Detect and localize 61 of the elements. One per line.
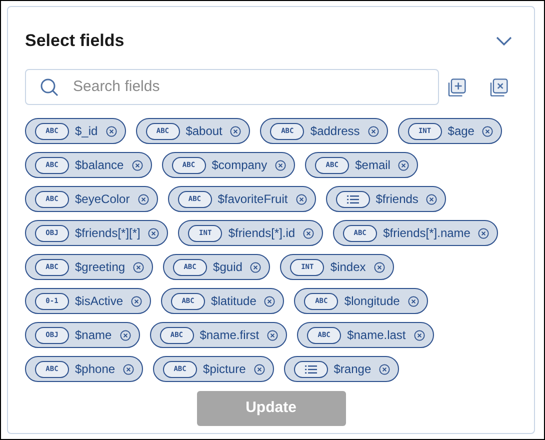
field-name: $guid	[213, 259, 242, 276]
remove-icon[interactable]	[426, 194, 438, 204]
clear-all-icon[interactable]	[490, 78, 509, 96]
remove-icon[interactable]	[478, 228, 490, 238]
remove-icon[interactable]	[379, 364, 390, 374]
remove-icon[interactable]	[368, 126, 379, 136]
remove-icon[interactable]	[264, 296, 276, 306]
field-name: $about	[186, 123, 222, 140]
remove-icon[interactable]	[120, 330, 131, 340]
field-name: $greeting	[75, 259, 126, 276]
field-name: $friends[*].id	[228, 225, 296, 242]
panel-title: Select fields	[25, 30, 124, 52]
remove-icon[interactable]	[250, 262, 262, 272]
field-name: $range	[334, 361, 372, 378]
field-name: $name.last	[347, 327, 406, 344]
field-name: $address	[310, 123, 360, 140]
remove-icon[interactable]	[131, 296, 142, 306]
field-name: $latitude	[211, 293, 256, 310]
remove-icon[interactable]	[482, 126, 494, 136]
remove-icon[interactable]	[374, 262, 385, 272]
field-name: $company	[212, 157, 268, 174]
search-input[interactable]: Search fields	[73, 76, 413, 98]
chevron-icon[interactable]	[496, 36, 512, 46]
remove-icon[interactable]	[123, 364, 134, 374]
field-name: $eyeColor	[75, 191, 130, 208]
search-field[interactable]: Search fields	[25, 69, 439, 105]
field-name: $balance	[75, 157, 124, 174]
field-name: $email	[355, 157, 390, 174]
remove-icon[interactable]	[296, 194, 307, 204]
field-name: $friends	[376, 191, 418, 208]
field-name: $index	[330, 259, 366, 276]
field-name: $isActive	[75, 293, 124, 310]
field-chip[interactable]: $range	[284, 356, 400, 382]
remove-icon[interactable]	[138, 194, 149, 204]
remove-icon[interactable]	[267, 330, 278, 340]
field-name: $friends[*][*]	[75, 225, 140, 242]
remove-icon[interactable]	[132, 160, 143, 170]
field-name: $age	[448, 123, 474, 140]
list-icon	[336, 190, 370, 208]
field-name: $_id	[75, 123, 98, 140]
field-name: $favoriteFruit	[218, 191, 288, 208]
remove-icon[interactable]	[133, 262, 144, 272]
remove-icon[interactable]	[148, 228, 160, 238]
add-all-icon[interactable]	[448, 78, 466, 96]
search-icon	[40, 78, 59, 96]
remove-icon[interactable]	[106, 126, 117, 136]
field-name: $phone	[75, 361, 116, 378]
field-name: $name	[75, 327, 112, 344]
remove-icon[interactable]	[414, 330, 425, 340]
remove-icon[interactable]	[275, 160, 286, 170]
field-name: $friends[*].name	[383, 225, 470, 242]
field-name: $picture	[203, 361, 246, 378]
remove-icon[interactable]	[303, 228, 314, 238]
list-icon	[294, 360, 328, 378]
remove-icon[interactable]	[230, 126, 242, 136]
remove-icon[interactable]	[408, 296, 419, 306]
field-name: $name.first	[200, 327, 260, 344]
remove-icon[interactable]	[254, 364, 265, 374]
field-chip[interactable]: $friends	[326, 186, 446, 212]
remove-icon[interactable]	[398, 160, 410, 170]
field-name: $longitude	[344, 293, 400, 310]
